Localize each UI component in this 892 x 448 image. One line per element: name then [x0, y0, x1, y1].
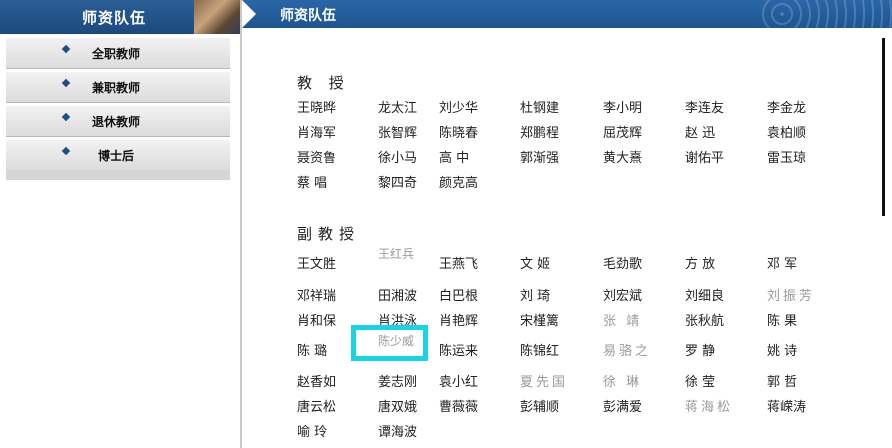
section-title: 副教授: [297, 225, 361, 243]
faculty-name-link[interactable]: 王文胜: [297, 253, 336, 272]
faculty-name-link[interactable]: 陈 果: [767, 310, 797, 329]
diamond-bullet-icon: [61, 78, 71, 88]
faculty-name-link[interactable]: 刘 琦: [520, 285, 550, 304]
faculty-name-link[interactable]: 李小明: [603, 97, 642, 116]
faculty-name-link[interactable]: 肖和保: [297, 310, 336, 329]
faculty-name-link[interactable]: 邓 军: [767, 253, 797, 272]
faculty-name-link[interactable]: 王红兵: [378, 247, 414, 261]
faculty-name-link[interactable]: 刘细良: [685, 285, 724, 304]
faculty-name-link[interactable]: 蔡 唱: [297, 172, 327, 191]
faculty-name-link[interactable]: 黎四奇: [378, 172, 417, 191]
header-building-image: [194, 0, 240, 34]
faculty-name-link[interactable]: 曹薇薇: [439, 396, 478, 415]
sidebar-header: 师资队伍: [0, 0, 240, 34]
sidebar-item-parttime[interactable]: 兼职教师: [6, 72, 230, 103]
faculty-name-link[interactable]: 李金龙: [767, 97, 806, 116]
content-header: 师资队伍: [242, 0, 892, 28]
header-pattern: [762, 0, 892, 28]
faculty-name-link[interactable]: 宋槿篱: [520, 310, 559, 329]
faculty-name-link[interactable]: 陈锦红: [520, 340, 559, 359]
faculty-name-link[interactable]: 文 姬: [520, 253, 550, 272]
faculty-name-link[interactable]: 王燕飞: [439, 253, 478, 272]
faculty-name-link[interactable]: 郭 哲: [767, 371, 797, 390]
sidebar-item-retired[interactable]: 退休教师: [6, 106, 230, 137]
faculty-name-link[interactable]: 谢佑平: [685, 147, 724, 166]
faculty-name-link[interactable]: 姚 诗: [767, 340, 797, 359]
diamond-bullet-icon: [61, 112, 71, 122]
faculty-name-link[interactable]: 屈茂辉: [603, 122, 642, 141]
faculty-name-link[interactable]: 高 中: [439, 147, 469, 166]
faculty-name-link[interactable]: 彭满爱: [603, 396, 642, 415]
faculty-name-link[interactable]: 夏先国: [520, 371, 568, 390]
sidebar-title: 师资队伍: [82, 9, 147, 27]
faculty-name-link[interactable]: 郭渐强: [520, 147, 559, 166]
faculty-name-link[interactable]: 蒋海松: [685, 396, 733, 415]
faculty-name-link[interactable]: 郑鹏程: [520, 122, 559, 141]
faculty-name-link[interactable]: 邓祥瑞: [297, 285, 336, 304]
faculty-name-link[interactable]: 王晓晔: [297, 97, 336, 116]
faculty-name-link[interactable]: 杜钢建: [520, 97, 559, 116]
faculty-name-link[interactable]: 肖艳辉: [439, 310, 478, 329]
sidebar-menu: 全职教师 兼职教师 退休教师 博士后: [6, 38, 230, 174]
diamond-bullet-icon: [61, 44, 71, 54]
header-arrow-icon: [242, 0, 256, 28]
faculty-name-link[interactable]: 雷玉琼: [767, 147, 806, 166]
faculty-name-link[interactable]: 罗 静: [685, 340, 715, 359]
faculty-name-link[interactable]: 姜志刚: [378, 371, 417, 390]
sidebar-item-label: 退休教师: [92, 115, 141, 129]
faculty-name-link[interactable]: 徐 琳: [603, 371, 642, 390]
column-divider: [240, 0, 242, 448]
faculty-name-link[interactable]: 袁柏顺: [767, 122, 806, 141]
faculty-name-link[interactable]: 刘少华: [439, 97, 478, 116]
faculty-name-link[interactable]: 田湘波: [378, 285, 417, 304]
faculty-name-link[interactable]: 谭海波: [378, 421, 417, 440]
faculty-name-link[interactable]: 陈 璐: [297, 340, 327, 359]
faculty-name-link[interactable]: 陈晓春: [439, 122, 478, 141]
faculty-name-link[interactable]: 唐云松: [297, 396, 336, 415]
faculty-name-link[interactable]: 毛劲歌: [603, 253, 642, 272]
faculty-name-link[interactable]: 张秋航: [685, 310, 724, 329]
faculty-name-link[interactable]: 肖海军: [297, 122, 336, 141]
faculty-name-link[interactable]: 张 靖: [603, 310, 642, 329]
highlight-box: [351, 325, 428, 361]
faculty-name-link[interactable]: 徐小马: [378, 147, 417, 166]
faculty-name-link[interactable]: 喻 玲: [297, 421, 327, 440]
section-title: 教 授: [297, 74, 350, 92]
faculty-name-link[interactable]: 方 放: [685, 253, 715, 272]
faculty-name-link[interactable]: 袁小红: [439, 371, 478, 390]
scrollbar[interactable]: [882, 38, 885, 216]
faculty-name-link[interactable]: 颜克高: [439, 172, 478, 191]
faculty-name-link[interactable]: 黄大熹: [603, 147, 642, 166]
faculty-name-link[interactable]: 张智辉: [378, 122, 417, 141]
sidebar-item-fulltime[interactable]: 全职教师: [6, 38, 230, 69]
faculty-name-link[interactable]: 徐 莹: [685, 371, 715, 390]
faculty-name-link[interactable]: 龙太江: [378, 97, 417, 116]
faculty-name-link[interactable]: 赵香如: [297, 371, 336, 390]
sidebar-item-label: 兼职教师: [92, 81, 141, 95]
faculty-name-link[interactable]: 陈运来: [439, 340, 478, 359]
faculty-name-link[interactable]: 蒋嵘涛: [767, 396, 806, 415]
faculty-name-link[interactable]: 聂资鲁: [297, 147, 336, 166]
faculty-name-link[interactable]: 易骆之: [603, 340, 651, 359]
faculty-name-link[interactable]: 白巴根: [439, 285, 478, 304]
faculty-name-link[interactable]: 唐双娥: [378, 396, 417, 415]
sidebar-item-postdoc[interactable]: 博士后: [6, 140, 230, 171]
faculty-name-link[interactable]: 刘振芳: [767, 285, 815, 304]
faculty-name-link[interactable]: 李连友: [685, 97, 724, 116]
faculty-name-link[interactable]: 赵 迅: [685, 122, 715, 141]
sidebar-item-label: 全职教师: [92, 47, 141, 61]
page-title: 师资队伍: [280, 8, 336, 24]
faculty-name-link[interactable]: 彭辅顺: [520, 396, 559, 415]
sidebar-menu-footer: [6, 170, 230, 180]
left-sidebar: 师资队伍 全职教师 兼职教师 退休教师 博士后: [0, 0, 240, 448]
sidebar-item-label: 博士后: [98, 149, 135, 163]
faculty-name-link[interactable]: 刘宏斌: [603, 285, 642, 304]
diamond-bullet-icon: [61, 146, 71, 156]
